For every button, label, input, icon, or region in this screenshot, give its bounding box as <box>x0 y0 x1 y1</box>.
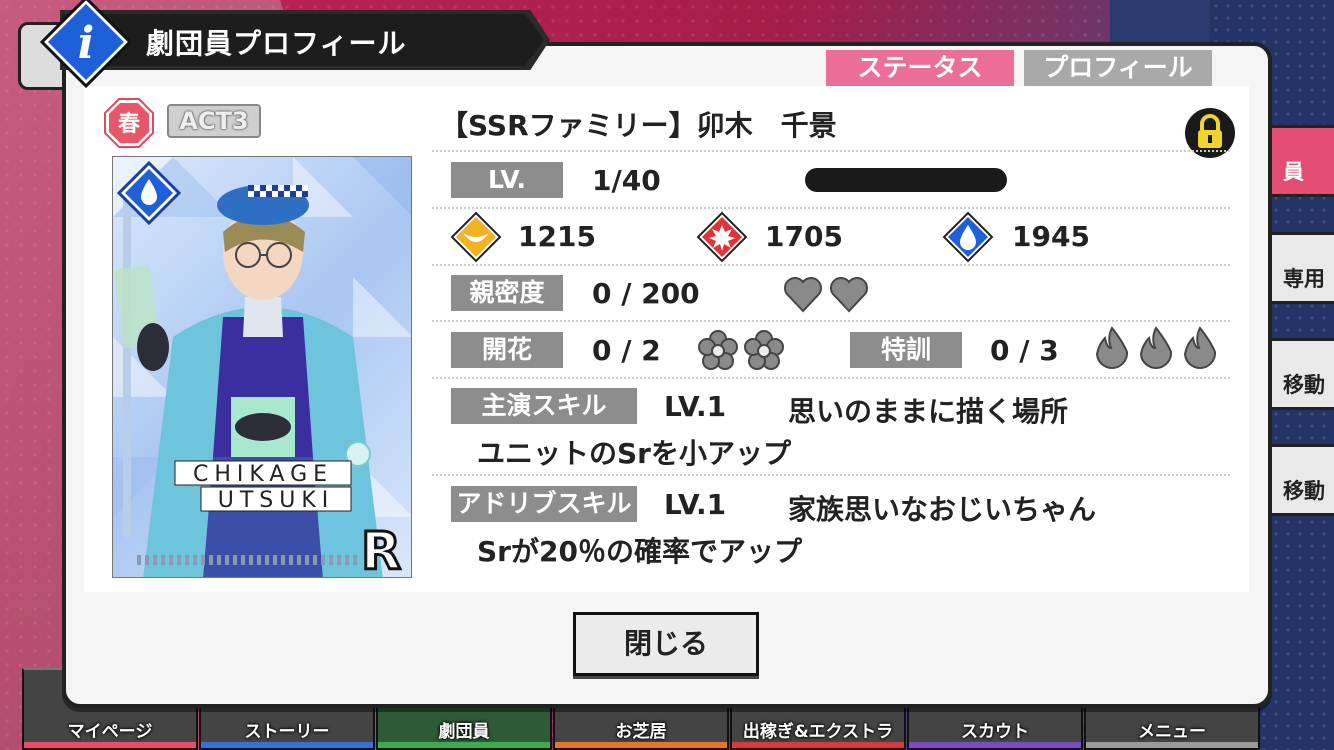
card-art: CHIKAGE UTSUKI R <box>113 157 411 578</box>
level-progress-bar <box>805 168 1007 192</box>
adlib-skill-description: Srが20％の確率でアップ <box>477 535 802 568</box>
flame-icon <box>1139 326 1173 370</box>
crescent-diamond-icon <box>450 211 502 263</box>
burst-diamond-icon <box>696 211 748 263</box>
act-badge: ACT3 <box>167 104 261 138</box>
stat-value-3: 1945 <box>1012 220 1090 253</box>
character-card-image[interactable]: CHIKAGE UTSUKI R <box>112 156 412 578</box>
rarity-mark: R <box>361 522 401 578</box>
intimacy-label: 親密度 <box>451 275 563 311</box>
lead-skill-label: 主演スキル <box>451 388 637 424</box>
heart-icon <box>830 277 868 313</box>
training-value: 0 / 3 <box>990 334 1059 367</box>
svg-text:春: 春 <box>118 112 140 137</box>
level-value: 1/40 <box>592 164 661 197</box>
heart-icon <box>784 277 822 313</box>
divider <box>432 264 1230 266</box>
card-name: 【SSRファミリー】卯木 千景 <box>440 109 837 142</box>
level-label: LV. <box>451 162 563 198</box>
svg-text:i: i <box>78 18 95 69</box>
tab-profile[interactable]: プロフィール <box>1024 50 1212 86</box>
stat-value-2: 1705 <box>765 220 843 253</box>
divider <box>432 377 1230 379</box>
name-plate-last: UTSUKI <box>218 488 335 513</box>
drop-diamond-icon <box>942 211 994 263</box>
intimacy-value: 0 / 200 <box>592 277 700 310</box>
stat-value-1: 1215 <box>518 220 596 253</box>
close-button[interactable]: 閉じる <box>573 612 759 676</box>
dialog-tabs: ステータス プロフィール <box>826 50 1212 86</box>
divider <box>432 474 1230 476</box>
bloom-label: 開花 <box>451 332 563 368</box>
flame-icon <box>1183 326 1217 370</box>
lead-skill-name: 思いのままに描く場所 <box>788 395 1069 428</box>
flame-icon <box>1095 326 1129 370</box>
name-plate-first: CHIKAGE <box>193 462 333 487</box>
flower-icon <box>744 330 784 370</box>
info-icon: i <box>40 0 132 88</box>
adlib-skill-label: アドリブスキル <box>451 486 637 522</box>
lead-skill-level: LV.1 <box>664 390 727 423</box>
season-badge: 春 <box>104 98 154 148</box>
divider <box>432 150 1230 152</box>
tab-status[interactable]: ステータス <box>826 50 1014 86</box>
divider <box>432 207 1230 209</box>
divider <box>432 320 1230 322</box>
lead-skill-description: ユニットのSrを小アップ <box>477 437 791 470</box>
adlib-skill-name: 家族思いなおじいちゃん <box>788 493 1097 526</box>
page-title: 劇団員プロフィール <box>146 27 407 60</box>
training-label: 特訓 <box>850 332 962 368</box>
bloom-value: 0 / 2 <box>592 334 661 367</box>
flower-icon <box>698 330 738 370</box>
adlib-skill-level: LV.1 <box>664 488 727 521</box>
